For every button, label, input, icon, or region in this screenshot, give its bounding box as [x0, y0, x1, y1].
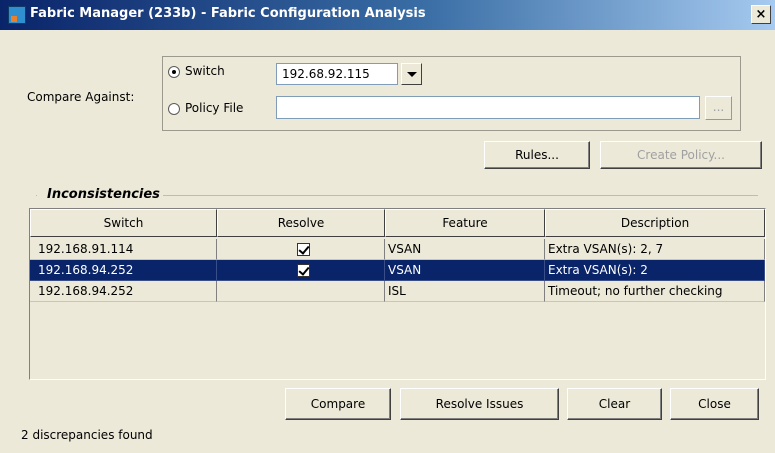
compare-against-label: Compare Against: [27, 90, 135, 104]
rules-button[interactable]: Rules... [484, 141, 590, 169]
policy-file-input[interactable] [276, 96, 700, 119]
table-row[interactable]: 192.168.94.252 ISL Timeout; no further c… [30, 281, 765, 302]
compare-against-group [162, 56, 741, 131]
compare-button[interactable]: Compare [285, 388, 391, 420]
policy-file-radio[interactable] [168, 103, 180, 115]
window-close-button[interactable]: × [751, 5, 771, 24]
feature-cell: VSAN [385, 260, 545, 281]
resolve-checkbox[interactable] [297, 243, 310, 256]
inconsistencies-title: Inconsistencies [37, 187, 163, 202]
description-cell: Extra VSAN(s): 2, 7 [545, 239, 765, 260]
resolve-cell [217, 281, 385, 302]
clear-button[interactable]: Clear [567, 388, 662, 420]
app-icon [8, 6, 26, 24]
column-header-switch[interactable]: Switch [30, 209, 217, 237]
description-cell: Extra VSAN(s): 2 [545, 260, 765, 281]
resolve-cell [217, 239, 385, 260]
inconsistencies-table: Switch Resolve Feature Description 192.1… [29, 208, 766, 380]
feature-cell: VSAN [385, 239, 545, 260]
table-row[interactable]: 192.168.94.252 VSAN Extra VSAN(s): 2 [30, 260, 765, 281]
status-text: 2 discrepancies found [21, 428, 153, 442]
title-bar: Fabric Manager (233b) - Fabric Configura… [0, 0, 775, 30]
column-header-description[interactable]: Description [545, 209, 765, 237]
column-header-resolve[interactable]: Resolve [217, 209, 385, 237]
resolve-checkbox[interactable] [297, 264, 310, 277]
policy-file-radio-label[interactable]: Policy File [185, 101, 243, 115]
chevron-down-icon[interactable] [401, 63, 422, 85]
create-policy-button[interactable]: Create Policy... [600, 141, 762, 169]
switch-cell: 192.168.94.252 [30, 281, 217, 302]
switch-radio[interactable] [168, 66, 180, 78]
switch-radio-label[interactable]: Switch [185, 64, 225, 78]
resolve-issues-button[interactable]: Resolve Issues [400, 388, 559, 420]
description-cell: Timeout; no further checking [545, 281, 765, 302]
window-title: Fabric Manager (233b) - Fabric Configura… [30, 6, 426, 21]
switch-cell: 192.168.94.252 [30, 260, 217, 281]
feature-cell: ISL [385, 281, 545, 302]
switch-cell: 192.168.91.114 [30, 239, 217, 260]
switch-select[interactable]: 192.68.92.115 [276, 63, 398, 85]
table-row[interactable]: 192.168.91.114 VSAN Extra VSAN(s): 2, 7 [30, 239, 765, 260]
browse-button[interactable]: ... [705, 96, 732, 120]
column-header-feature[interactable]: Feature [385, 209, 545, 237]
resolve-cell [217, 260, 385, 281]
close-button[interactable]: Close [670, 388, 759, 420]
